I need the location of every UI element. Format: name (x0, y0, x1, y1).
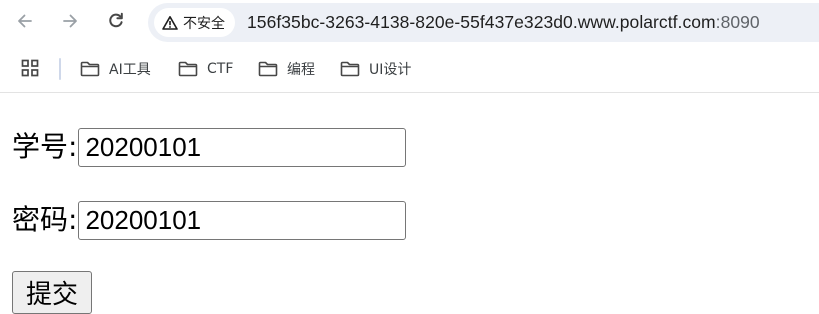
folder-icon (178, 61, 198, 77)
folder-icon (340, 61, 360, 77)
bookmark-folder-ui-design[interactable]: UI设计 (340, 57, 411, 81)
bookmark-label: AI工具 (109, 62, 151, 78)
warning-triangle-icon (162, 15, 178, 30)
browser-toolbar: 不安全 156f35bc-3263-4138-820e-55f437e323d0… (0, 0, 819, 45)
bookmarks-divider (59, 58, 61, 80)
arrow-right-icon (63, 14, 77, 28)
bookmark-label: UI设计 (369, 62, 412, 78)
url-host: 156f35bc-3263-4138-820e-55f437e323d0.www… (247, 12, 716, 32)
bookmark-label: CTF (207, 61, 234, 77)
address-bar[interactable]: 不安全 156f35bc-3263-4138-820e-55f437e323d0… (148, 3, 819, 42)
folder-icon (80, 61, 100, 77)
password-input[interactable] (78, 200, 407, 240)
security-label: 不安全 (183, 15, 225, 32)
student-id-label: 学号: (12, 130, 78, 163)
bookmark-folder-ctf[interactable]: CTF (178, 57, 233, 81)
reload-icon (109, 12, 123, 28)
reload-button[interactable] (103, 8, 129, 34)
student-id-input[interactable] (78, 127, 407, 167)
bookmark-folder-ai-tools[interactable]: AI工具 (80, 57, 151, 81)
submit-button[interactable]: 提交 (12, 271, 92, 314)
bookmark-label: 编程 (287, 62, 315, 78)
student-id-row: 学号: (12, 127, 407, 167)
folder-icon (258, 61, 278, 77)
bookmark-folder-programming[interactable]: 编程 (258, 57, 315, 81)
password-label: 密码: (12, 203, 78, 236)
page-content: 学号: 密码: 提交 (0, 94, 819, 314)
arrow-left-icon (18, 14, 32, 28)
url-port: :8090 (715, 12, 760, 32)
security-indicator[interactable]: 不安全 (154, 8, 235, 37)
bookmarks-bar: AI工具 CTF 编程 UI设计 (0, 45, 819, 93)
apps-grid-icon[interactable] (20, 58, 40, 78)
back-button[interactable] (12, 8, 38, 34)
password-row: 密码: (12, 200, 407, 240)
url-text[interactable]: 156f35bc-3263-4138-820e-55f437e323d0.www… (247, 12, 760, 33)
forward-button[interactable] (57, 8, 83, 34)
